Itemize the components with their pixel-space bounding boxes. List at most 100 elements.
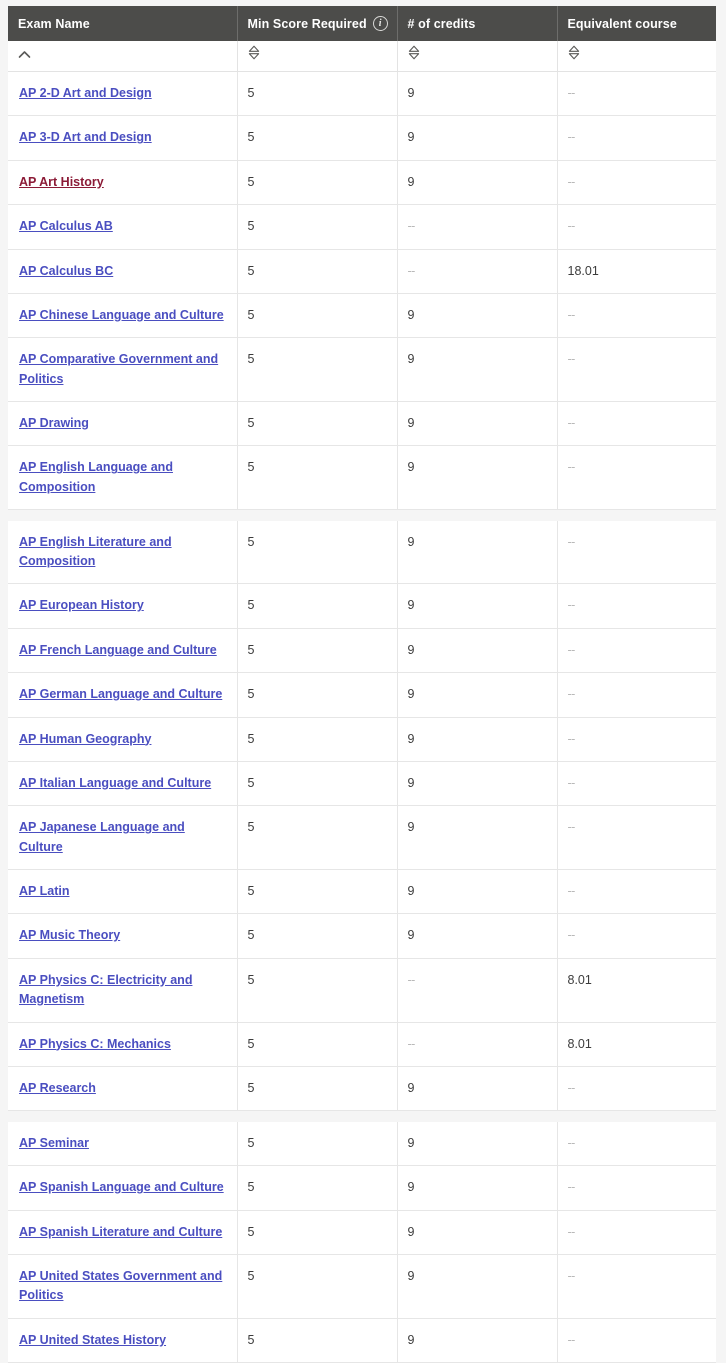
- exam-name-link[interactable]: AP 3-D Art and Design: [19, 130, 152, 144]
- table-row: AP English Language and Composition 5 9 --: [8, 445, 716, 511]
- exam-name-link[interactable]: AP Calculus BC: [19, 264, 113, 278]
- exam-name-link[interactable]: AP Spanish Literature and Culture: [19, 1225, 222, 1239]
- cell-equivalent-course: --: [557, 1318, 716, 1363]
- exam-name-link[interactable]: AP Latin: [19, 884, 69, 898]
- exam-name-link[interactable]: AP Chinese Language and Culture: [19, 308, 224, 322]
- exam-name-link[interactable]: AP Comparative Government and Politics: [19, 352, 218, 385]
- exam-name-link[interactable]: AP German Language and Culture: [19, 687, 222, 701]
- sort-cell-exam-name[interactable]: [8, 41, 238, 72]
- number-of-credits-value: 9: [407, 1332, 415, 1347]
- equivalent-course-value: --: [567, 1180, 576, 1195]
- equivalent-course-value: --: [567, 307, 576, 322]
- exam-name-link[interactable]: AP Seminar: [19, 1136, 89, 1150]
- cell-min-score-required: 5: [237, 401, 398, 447]
- cell-min-score-required: 5: [237, 71, 398, 117]
- cell-min-score-required: 5: [237, 1066, 398, 1112]
- exam-name-link[interactable]: AP Physics C: Mechanics: [19, 1037, 171, 1051]
- table-row: AP Comparative Government and Politics 5 9…: [8, 337, 716, 402]
- number-of-credits-value: --: [407, 263, 416, 278]
- cell-equivalent-course: --: [557, 445, 716, 511]
- exam-name-link[interactable]: AP Music Theory: [19, 928, 120, 942]
- min-score-required-value: 5: [247, 130, 255, 145]
- sort-both-icon[interactable]: [248, 45, 260, 60]
- equivalent-course-value: --: [567, 460, 576, 475]
- cell-equivalent-course: --: [557, 401, 716, 447]
- table-body: AP 2-D Art and Design 5 9 -- AP 3-D Art and …: [8, 71, 716, 1363]
- equivalent-course-value: --: [567, 820, 576, 835]
- exam-name-link[interactable]: AP Italian Language and Culture: [19, 776, 211, 790]
- min-score-required-value: 5: [247, 307, 255, 322]
- exam-name-link[interactable]: AP Research: [19, 1081, 96, 1095]
- sort-both-icon[interactable]: [568, 45, 580, 60]
- exam-name-link[interactable]: AP 2-D Art and Design: [19, 86, 152, 100]
- exam-name-link[interactable]: AP European History: [19, 598, 144, 612]
- cell-equivalent-course: --: [557, 913, 716, 959]
- exam-name-link[interactable]: AP French Language and Culture: [19, 643, 217, 657]
- info-circle-icon[interactable]: i: [372, 16, 388, 31]
- exam-name-link[interactable]: AP English Language and Composition: [19, 460, 173, 493]
- min-score-required-value: 5: [247, 219, 255, 234]
- cell-equivalent-course: --: [557, 293, 716, 339]
- number-of-credits-value: 9: [407, 642, 415, 657]
- cell-number-of-credits: 9: [397, 115, 558, 161]
- column-header-number-of-credits-label: # of credits: [407, 16, 476, 31]
- sort-cell-min-score-required[interactable]: [237, 41, 398, 72]
- exam-name-link[interactable]: AP United States History: [19, 1333, 166, 1347]
- column-header-exam-name[interactable]: Exam Name: [8, 6, 238, 41]
- table-section-break: [8, 509, 716, 521]
- exam-name-link[interactable]: AP United States Government and Politics: [19, 1269, 222, 1302]
- number-of-credits-value: --: [407, 219, 416, 234]
- caret-up-icon[interactable]: [18, 50, 31, 59]
- equivalent-course-value: --: [567, 687, 576, 702]
- equivalent-course-value: --: [567, 130, 576, 145]
- cell-number-of-credits: 9: [397, 1121, 558, 1167]
- cell-min-score-required: 5: [237, 249, 398, 294]
- exam-name-link[interactable]: AP Calculus AB: [19, 219, 113, 233]
- cell-exam-name: AP Drawing: [8, 401, 238, 447]
- cell-equivalent-course: --: [557, 520, 716, 585]
- equivalent-course-value: --: [567, 1332, 576, 1347]
- equivalent-course-value: --: [567, 884, 576, 898]
- cell-min-score-required: 5: [237, 805, 398, 870]
- cell-min-score-required: 5: [237, 1318, 398, 1363]
- cell-min-score-required: 5: [237, 672, 398, 718]
- number-of-credits-value: --: [407, 972, 416, 987]
- cell-min-score-required: 5: [237, 628, 398, 674]
- min-score-required-value: 5: [247, 1036, 255, 1051]
- column-header-min-score-required[interactable]: Min Score Required i: [237, 6, 398, 41]
- cell-exam-name: AP Italian Language and Culture: [8, 761, 238, 807]
- min-score-required-value: 5: [247, 416, 255, 430]
- exam-name-link[interactable]: AP Spanish Language and Culture: [19, 1180, 224, 1194]
- exam-name-link[interactable]: AP Japanese Language and Culture: [19, 820, 185, 853]
- exam-name-link[interactable]: AP Human Geography: [19, 732, 151, 746]
- table-row: AP Physics C: Electricity and Magnetism 5…: [8, 958, 716, 1023]
- table-header-row: Exam Name Min Score Required i # of cred…: [8, 6, 716, 41]
- cell-exam-name: AP Human Geography: [8, 717, 238, 762]
- cell-number-of-credits: 9: [397, 520, 558, 585]
- cell-min-score-required: 5: [237, 1121, 398, 1167]
- equivalent-course-value: --: [567, 174, 576, 189]
- exam-name-link[interactable]: AP English Literature and Composition: [19, 535, 172, 568]
- cell-min-score-required: 5: [237, 717, 398, 762]
- column-header-equivalent-course[interactable]: Equivalent course: [557, 6, 716, 41]
- min-score-required-value: 5: [247, 731, 255, 746]
- page-root: Exam Name Min Score Required i # of cred…: [0, 0, 726, 1363]
- exam-name-link[interactable]: AP Physics C: Electricity and Magnetism: [19, 973, 192, 1006]
- sort-cell-number-of-credits[interactable]: [397, 41, 558, 72]
- cell-exam-name: AP Physics C: Mechanics: [8, 1022, 238, 1067]
- sort-cell-equivalent-course[interactable]: [557, 41, 716, 72]
- equivalent-course-value: 18.01: [567, 263, 599, 278]
- cell-min-score-required: 5: [237, 958, 398, 1023]
- cell-exam-name: AP Spanish Language and Culture: [8, 1165, 238, 1211]
- cell-number-of-credits: --: [397, 958, 558, 1023]
- cell-number-of-credits: 9: [397, 445, 558, 511]
- column-header-number-of-credits[interactable]: # of credits: [397, 6, 558, 41]
- cell-min-score-required: 5: [237, 445, 398, 511]
- cell-min-score-required: 5: [237, 1165, 398, 1211]
- exam-name-link[interactable]: AP Art History: [19, 175, 104, 189]
- sort-both-icon[interactable]: [408, 45, 420, 60]
- table-row: AP Chinese Language and Culture 5 9 --: [8, 293, 716, 339]
- column-header-min-score-required-label: Min Score Required: [247, 16, 367, 31]
- cell-number-of-credits: 9: [397, 672, 558, 718]
- exam-name-link[interactable]: AP Drawing: [19, 416, 89, 430]
